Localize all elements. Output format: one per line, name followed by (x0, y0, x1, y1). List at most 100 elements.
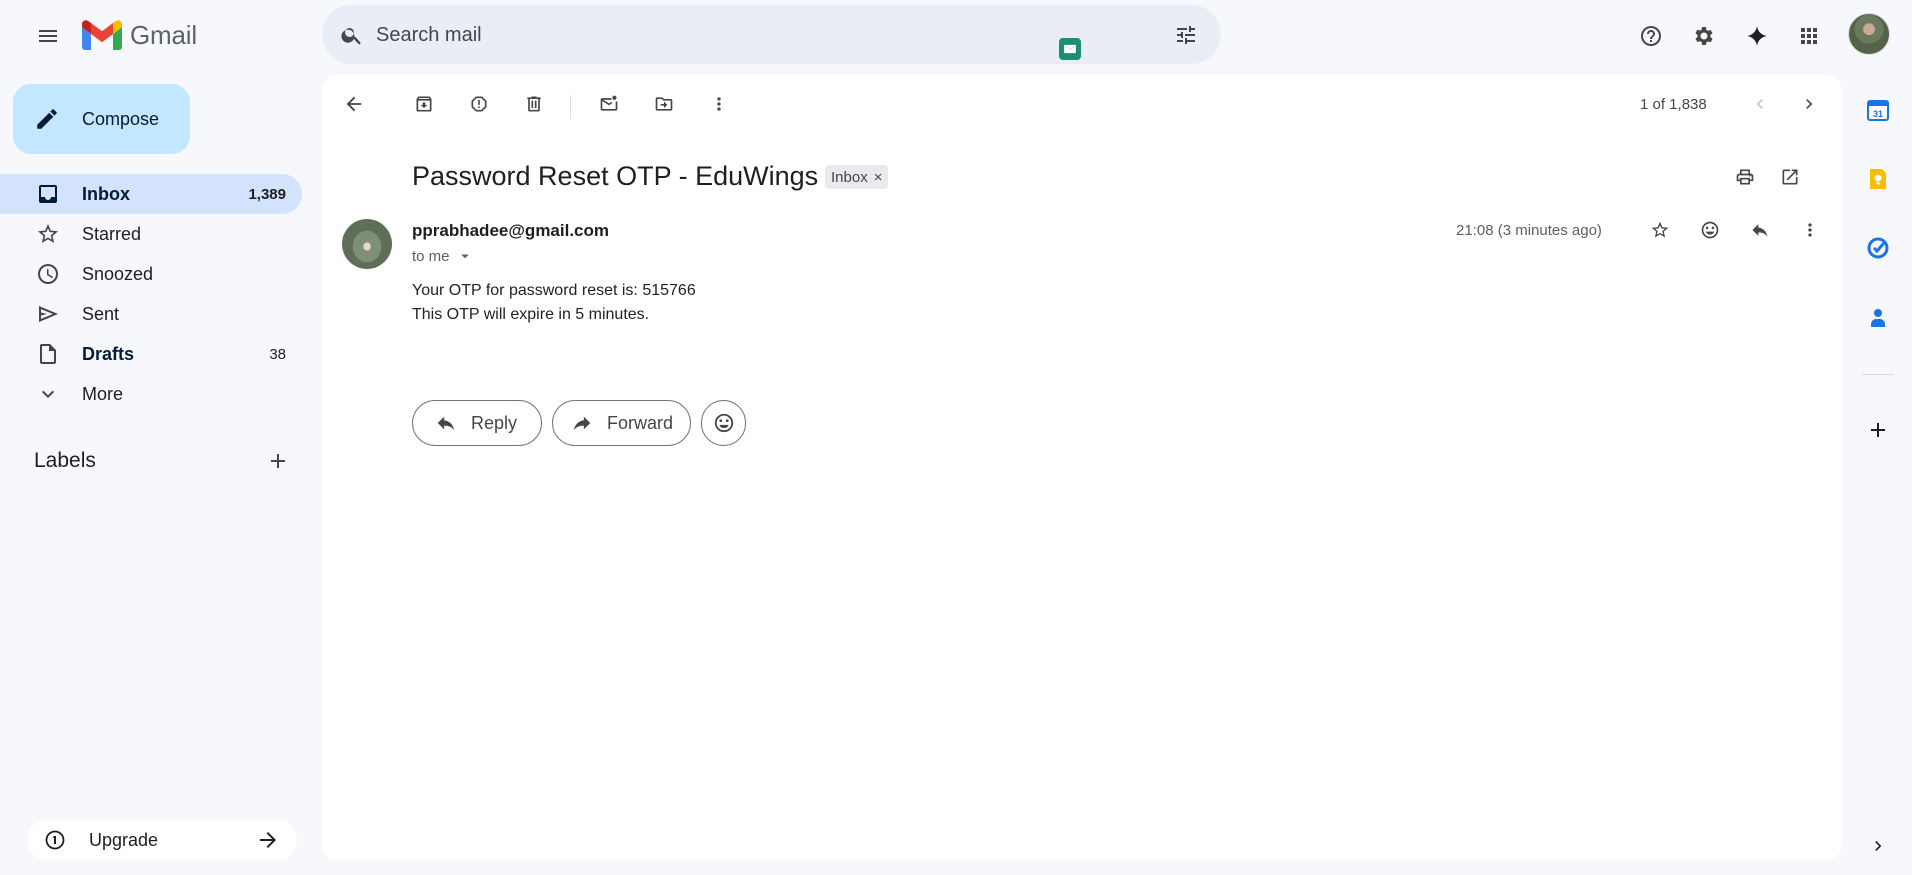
trash-icon (527, 96, 541, 112)
tasks-app-button[interactable] (1862, 232, 1894, 264)
hamburger-icon (39, 30, 57, 42)
upgrade-icon (45, 830, 65, 850)
open-new-window-button[interactable] (1770, 157, 1810, 197)
archive-button[interactable] (404, 84, 444, 124)
help-icon (1641, 26, 1661, 46)
add-reaction-button[interactable] (1690, 210, 1730, 250)
apps-grid-icon (1801, 28, 1817, 44)
back-button[interactable] (334, 84, 374, 124)
sidebar-item-snoozed[interactable]: Snoozed (0, 254, 302, 294)
report-icon (471, 96, 487, 112)
upgrade-button[interactable]: Upgrade (27, 820, 297, 860)
extension-mail-icon[interactable] (1059, 38, 1081, 60)
chevron-left-icon (1756, 99, 1763, 109)
draft-icon (36, 342, 60, 366)
compose-button[interactable]: Compose (13, 84, 190, 154)
search-input[interactable] (376, 22, 1056, 48)
plus-icon (271, 454, 285, 468)
reply-button[interactable]: Reply (412, 400, 542, 446)
tune-icon (1177, 26, 1195, 44)
emoji-icon (714, 413, 733, 433)
star-icon (36, 222, 60, 246)
reply-icon-button[interactable] (1740, 210, 1780, 250)
sidebar-item-label: More (82, 383, 124, 404)
message-more-button[interactable] (1790, 210, 1830, 250)
reply-icon (437, 416, 455, 431)
inbox-label-chip: Inbox × (825, 165, 889, 189)
sidebar-item-inbox[interactable]: Inbox 1,389 (0, 174, 302, 214)
mark-unread-button[interactable] (589, 84, 629, 124)
recipient-details-toggle[interactable]: to me (412, 247, 474, 265)
older-button[interactable] (1789, 84, 1829, 124)
email-view: 1 of 1,838 Password Reset OTP - EduWings… (322, 75, 1842, 860)
email-body-line: This OTP will expire in 5 minutes. (412, 306, 650, 323)
toolbar-divider (570, 95, 571, 119)
sidebar-item-label: Drafts (82, 343, 135, 364)
sidebar-item-label: Inbox (82, 183, 130, 204)
send-icon (36, 302, 60, 326)
sidebar-item-starred[interactable]: Starred (0, 214, 302, 254)
forward-button[interactable]: Forward (552, 400, 691, 446)
sidebar-item-drafts[interactable]: Drafts 38 (0, 334, 302, 374)
create-label-button[interactable] (258, 441, 298, 481)
labels-heading: Labels (34, 449, 96, 472)
compose-label: Compose (82, 108, 160, 129)
reply-icon (1752, 224, 1768, 237)
caret-down-icon (460, 254, 469, 259)
tasks-icon (1867, 237, 1889, 259)
sidebar-item-label: Starred (82, 223, 142, 244)
envelope-icon (1064, 44, 1076, 54)
chevron-right-icon (1875, 841, 1882, 851)
contacts-app-button[interactable] (1862, 302, 1894, 334)
star-icon (1651, 221, 1669, 238)
remove-label-button[interactable]: × (874, 169, 883, 186)
drafts-count: 38 (269, 345, 286, 363)
show-side-panel-button[interactable] (1862, 830, 1894, 862)
emoji-icon (1701, 221, 1719, 239)
more-options-button[interactable] (699, 84, 739, 124)
chevron-right-icon (1806, 99, 1813, 109)
move-to-button[interactable] (644, 84, 684, 124)
gmail-logo[interactable]: Gmail (82, 17, 197, 53)
print-icon (1736, 169, 1754, 185)
help-button[interactable] (1629, 14, 1673, 58)
email-body-line: Your OTP for password reset is: 515766 (412, 282, 696, 299)
search-bar[interactable] (322, 5, 1221, 64)
main-menu-button[interactable] (26, 14, 70, 58)
chevron-down-icon (36, 382, 60, 406)
reply-label: Reply (471, 412, 518, 433)
star-button[interactable] (1640, 210, 1680, 250)
report-spam-button[interactable] (459, 84, 499, 124)
chip-label: Inbox (831, 168, 868, 186)
move-folder-icon (655, 97, 673, 111)
svg-text:31: 31 (1873, 109, 1883, 119)
sidebar-item-sent[interactable]: Sent (0, 294, 302, 334)
newer-button[interactable] (1740, 84, 1780, 124)
google-apps-button[interactable] (1787, 14, 1831, 58)
plus-icon (1871, 423, 1885, 437)
recipient-label: to me (412, 247, 450, 265)
print-button[interactable] (1725, 157, 1765, 197)
settings-button[interactable] (1682, 14, 1726, 58)
gemini-button[interactable] (1735, 14, 1779, 58)
search-options-button[interactable] (1166, 15, 1206, 55)
gmail-m-icon (82, 20, 122, 50)
email-subject: Password Reset OTP - EduWings (412, 161, 819, 191)
keep-app-button[interactable] (1862, 163, 1894, 195)
upgrade-label: Upgrade (89, 829, 159, 850)
sparkle-icon (1747, 26, 1767, 46)
sidebar-item-label: Sent (82, 303, 120, 324)
sender-avatar[interactable] (342, 219, 392, 269)
sidebar-item-more[interactable]: More (0, 374, 302, 414)
account-avatar[interactable] (1848, 13, 1890, 55)
calendar-app-button[interactable]: 31 (1862, 94, 1894, 126)
gear-icon (1695, 27, 1713, 45)
get-addons-button[interactable] (1862, 414, 1894, 446)
delete-button[interactable] (514, 84, 554, 124)
search-button[interactable] (332, 15, 372, 55)
contacts-icon (1871, 309, 1885, 327)
sender-email[interactable]: pprabhadee@gmail.com (412, 221, 609, 241)
emoji-reaction-button[interactable] (701, 400, 746, 446)
arrow-left-icon (346, 96, 362, 112)
clock-icon (36, 262, 60, 286)
